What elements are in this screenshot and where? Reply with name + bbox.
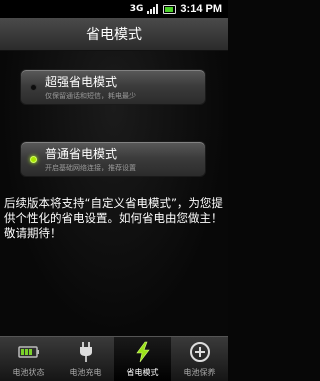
- tab-label: 电池状态: [12, 368, 45, 377]
- tab-power-saving-mode[interactable]: 省电模式: [114, 337, 171, 381]
- radio-indicator-icon: [30, 156, 37, 163]
- normal-power-saving-button[interactable]: 普通省电模式 开启基础网络连接，推荐设置: [20, 141, 206, 177]
- page-title: 省电模式: [0, 18, 228, 51]
- network-type: 3G: [129, 3, 144, 14]
- mode-title: 普通省电模式: [45, 147, 118, 161]
- mode-title: 超强省电模式: [45, 75, 118, 89]
- mode-subtitle: 开启基础网络连接，推荐设置: [45, 164, 136, 172]
- mode-panel: 超强省电模式 仅保留通话和短信，耗电最少 普通省电模式 开启基础网络连接，推荐设…: [0, 51, 228, 336]
- super-power-saving-button[interactable]: 超强省电模式 仅保留通话和短信，耗电最少: [20, 69, 206, 105]
- battery-status-icon: [163, 4, 177, 14]
- mode-subtitle: 仅保留通话和短信，耗电最少: [45, 92, 136, 100]
- lightning-icon: [135, 341, 150, 363]
- tab-battery-status[interactable]: 电池状态: [0, 337, 57, 381]
- plus-circle-icon: [189, 342, 210, 362]
- tab-battery-charge[interactable]: 电池充电: [57, 337, 114, 381]
- info-note: 后续版本将支持“自定义省电模式”，为您提供个性化的省电设置。如何省电由您做主！敬…: [4, 196, 223, 240]
- tab-label: 省电模式: [126, 368, 159, 377]
- radio-indicator-icon: [30, 84, 37, 91]
- status-bar: 3G 3:14 PM: [0, 0, 228, 18]
- tab-label: 电池保养: [183, 368, 216, 377]
- plug-icon: [79, 342, 92, 362]
- tab-label: 电池充电: [69, 368, 102, 377]
- signal-icon: [147, 4, 159, 14]
- tab-battery-care[interactable]: 电池保养: [171, 337, 228, 381]
- battery-icon: [17, 346, 39, 358]
- bottom-tab-bar: 电池状态 电池充电 省电模式 电池保养: [0, 336, 228, 381]
- clock: 3:14 PM: [180, 3, 222, 15]
